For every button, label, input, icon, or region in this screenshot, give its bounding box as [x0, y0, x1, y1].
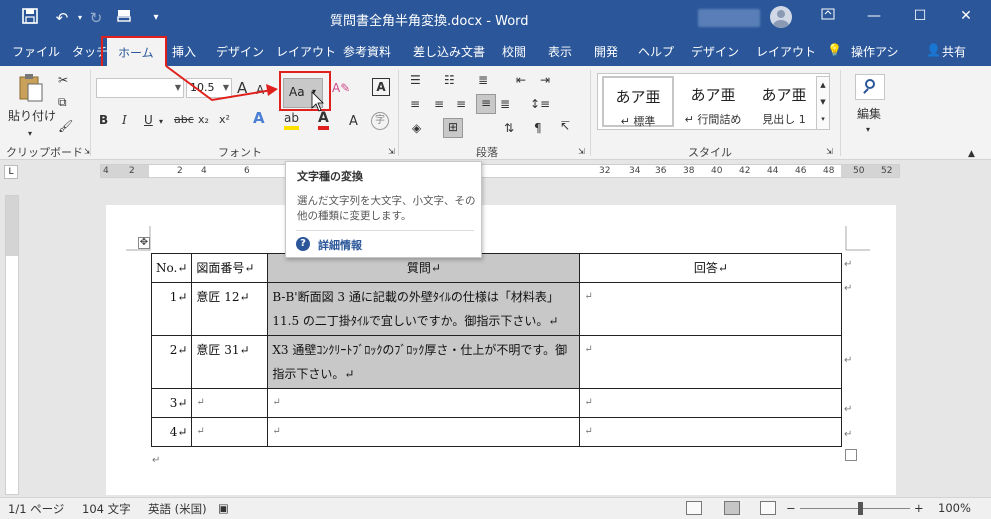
cell-question[interactable]: X3 通壁ｺﾝｸﾘｰﾄﾌﾞﾛｯｸのﾌﾞﾛｯｸ厚さ・仕上が不明です。御指示下さい。… [267, 335, 581, 389]
cell-drawing[interactable]: ↵ [191, 388, 269, 418]
cell-question[interactable]: B-B'断面図 3 通に記載の外壁ﾀｲﾙの仕様は「材料表」11.5 の二丁掛ﾀｲ… [267, 282, 581, 336]
cell-answer[interactable]: ↵ [579, 417, 843, 447]
row-end-mark: ↵ [844, 355, 853, 366]
cell-no[interactable]: 1↵ [150, 282, 193, 336]
cell-no[interactable]: 4↵ [150, 417, 193, 447]
cell-drawing[interactable]: 意匠 31↵ [191, 335, 269, 389]
row-end-mark: ↵ [844, 259, 853, 270]
cell-answer[interactable]: ↵ [579, 388, 843, 418]
read-mode-icon[interactable] [686, 501, 702, 515]
header-answer[interactable]: 回答↵ [579, 253, 843, 283]
cell-drawing[interactable]: ↵ [191, 417, 269, 447]
web-layout-icon[interactable] [760, 501, 776, 515]
table-row: 2↵ 意匠 31↵ X3 通壁ｺﾝｸﾘｰﾄﾌﾞﾛｯｸのﾌﾞﾛｯｸ厚さ・仕上が不明… [150, 335, 843, 389]
cell-no[interactable]: 3↵ [150, 388, 193, 418]
row-end-mark: ↵ [844, 429, 853, 440]
cell-answer[interactable]: ↵ [579, 282, 843, 336]
cell-drawing[interactable]: 意匠 12↵ [191, 282, 269, 336]
header-no[interactable]: No.↵ [150, 253, 193, 283]
table-header-row: No.↵ 図面番号↵ 質問↵ 回答↵ [150, 253, 843, 283]
tooltip-body: 選んだ文字列を大文字、小文字、その他の種類に変更します。 [297, 195, 476, 222]
header-drawing[interactable]: 図面番号↵ [191, 253, 269, 283]
zoom-out-button[interactable]: − [786, 501, 796, 515]
question-table: No.↵ 図面番号↵ 質問↵ 回答↵ 1↵ 意匠 12↵ B-B'断面図 3 通… [150, 253, 843, 447]
cell-answer[interactable]: ↵ [579, 335, 843, 389]
cell-question[interactable]: ↵ [267, 388, 581, 418]
page-count[interactable]: 1/1 ページ [8, 501, 64, 517]
cell-no[interactable]: 2↵ [150, 335, 193, 389]
change-case-tooltip: 文字種の変換 選んだ文字列を大文字、小文字、その他の種類に変更します。 ? 詳細… [285, 161, 482, 258]
word-count[interactable]: 104 文字 [82, 501, 131, 517]
status-bar: 1/1 ページ 104 文字 英語 (米国) ▣ − − + 100% [0, 497, 991, 519]
row-end-mark: ↵ [844, 404, 853, 415]
tooltip-title: 文字種の変換 [297, 170, 363, 183]
table-row: 4↵ ↵ ↵ ↵ [150, 417, 843, 447]
tooltip-more-info-link[interactable]: 詳細情報 [318, 237, 362, 253]
paragraph-mark: ↵ [152, 455, 161, 466]
zoom-slider[interactable] [800, 508, 910, 509]
language[interactable]: 英語 (米国) [148, 501, 207, 517]
table-row: 3↵ ↵ ↵ ↵ [150, 388, 843, 418]
table-move-handle[interactable]: ✥ [138, 237, 150, 249]
zoom-slider-thumb[interactable] [858, 502, 863, 515]
tooltip-divider [296, 230, 474, 231]
help-icon: ? [296, 237, 310, 251]
cell-question[interactable]: ↵ [267, 417, 581, 447]
zoom-in-button[interactable]: + [914, 501, 924, 515]
table-resize-handle[interactable] [845, 449, 857, 461]
row-end-mark: ↵ [844, 283, 853, 294]
table-row: 1↵ 意匠 12↵ B-B'断面図 3 通に記載の外壁ﾀｲﾙの仕様は「材料表」1… [150, 282, 843, 336]
print-layout-icon[interactable] [724, 501, 740, 515]
macro-icon[interactable]: ▣ [218, 501, 229, 515]
zoom-level[interactable]: 100% [938, 501, 971, 515]
